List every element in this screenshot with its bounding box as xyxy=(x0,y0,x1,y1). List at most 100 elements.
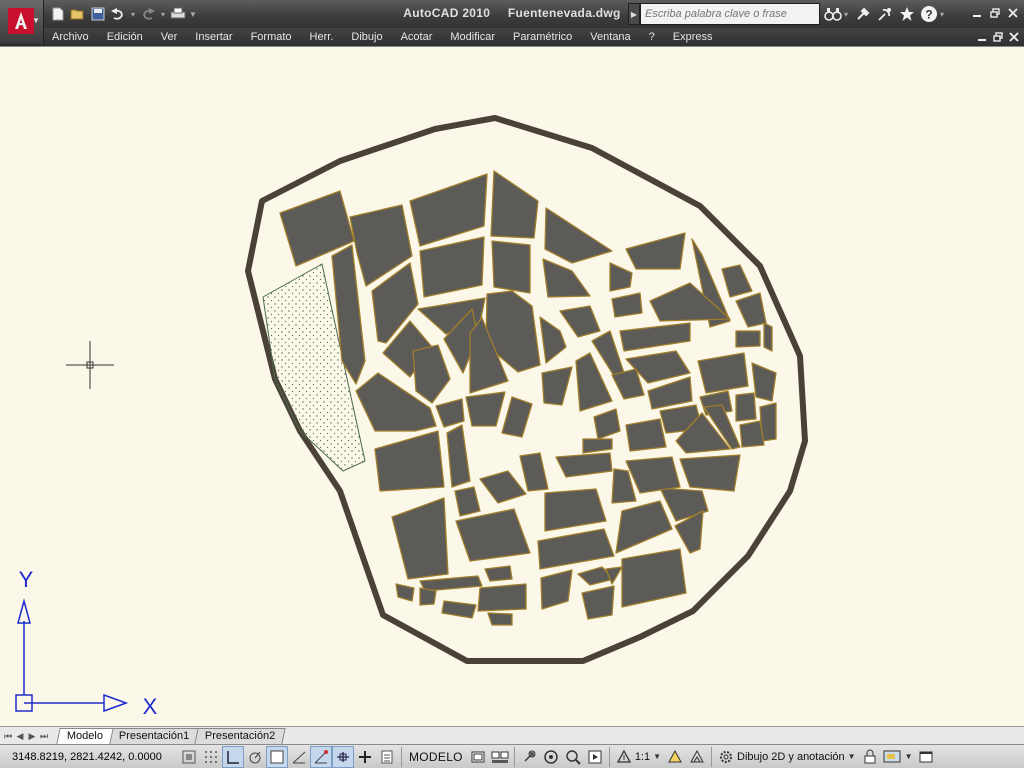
first-tab-icon[interactable]: ⏮ xyxy=(2,728,14,744)
showmotion-icon[interactable] xyxy=(584,746,606,768)
tab-presentacion1[interactable]: Presentación1 xyxy=(108,728,201,744)
tab-label: Modelo xyxy=(66,730,103,742)
doc-minimize-icon[interactable] xyxy=(974,29,990,45)
zoom-icon[interactable] xyxy=(562,746,584,768)
plot-icon[interactable] xyxy=(168,4,188,24)
ucs-icon xyxy=(15,598,129,713)
search-expand-icon[interactable]: ▶ xyxy=(628,3,640,25)
drawing-canvas[interactable]: Y X xyxy=(0,46,1024,726)
otrack-icon[interactable] xyxy=(310,745,332,768)
last-tab-icon[interactable]: ⏭ xyxy=(38,728,50,744)
city-block xyxy=(751,362,777,402)
help-dropdown-icon[interactable]: ▾ xyxy=(940,10,950,19)
file-name: Fuentenevada.dwg xyxy=(507,6,621,20)
polar-icon[interactable] xyxy=(266,745,288,768)
status-separator xyxy=(401,746,402,767)
menu-herramientas[interactable]: Herr. xyxy=(301,28,343,46)
subscription-icon[interactable] xyxy=(852,3,874,25)
tab-modelo[interactable]: Modelo xyxy=(56,728,114,744)
dyn-icon[interactable] xyxy=(354,746,376,768)
tab-presentacion2[interactable]: Presentación2 xyxy=(194,728,287,744)
infocenter-search: ▶ xyxy=(628,3,823,25)
ducs-icon[interactable] xyxy=(332,745,354,768)
search-dropdown-icon[interactable]: ▾ xyxy=(844,10,852,19)
new-icon[interactable] xyxy=(48,4,68,24)
auto-scale-icon[interactable] xyxy=(686,746,708,768)
menu-acotar[interactable]: Acotar xyxy=(392,28,442,46)
communication-icon[interactable] xyxy=(874,3,896,25)
snap-icon[interactable] xyxy=(200,746,222,768)
undo-icon[interactable] xyxy=(108,4,128,24)
menu-archivo[interactable]: Archivo xyxy=(44,28,98,46)
status-bar: 3148.8219, 2821.4242, 0.0000 MODELO 1:1 … xyxy=(0,744,1024,768)
city-block xyxy=(619,322,691,352)
next-tab-icon[interactable]: ▶ xyxy=(26,728,38,744)
application-menu-button[interactable]: ▼ xyxy=(0,0,44,44)
city-block xyxy=(539,316,567,364)
ortho-icon[interactable] xyxy=(244,746,266,768)
app-name: AutoCAD 2010 xyxy=(403,6,491,20)
workspace-gear-icon[interactable] xyxy=(715,746,737,768)
open-icon[interactable] xyxy=(68,4,88,24)
city-block xyxy=(435,398,465,428)
menu-ventana[interactable]: Ventana xyxy=(581,28,639,46)
city-block xyxy=(582,438,613,454)
restore-icon[interactable] xyxy=(986,5,1004,21)
pan-icon[interactable] xyxy=(518,746,540,768)
infer-constraints-icon[interactable] xyxy=(178,746,200,768)
grid-icon[interactable] xyxy=(222,745,244,768)
menu-formato[interactable]: Formato xyxy=(242,28,301,46)
menu-parametrico[interactable]: Paramétrico xyxy=(504,28,581,46)
city-block xyxy=(391,497,449,580)
menu-modificar[interactable]: Modificar xyxy=(441,28,504,46)
favorites-icon[interactable] xyxy=(896,3,918,25)
menu-insertar[interactable]: Insertar xyxy=(186,28,241,46)
status-separator xyxy=(608,746,610,767)
hardware-acceleration-icon[interactable] xyxy=(881,746,903,768)
binoculars-icon[interactable] xyxy=(822,3,844,25)
quick-view-layouts-icon[interactable] xyxy=(467,746,489,768)
lock-icon[interactable] xyxy=(859,746,881,768)
doc-restore-icon[interactable] xyxy=(990,29,1006,45)
city-block xyxy=(419,236,485,298)
status-tray-dropdown-icon[interactable]: ▼ xyxy=(903,752,915,761)
osnap-icon[interactable] xyxy=(288,746,310,768)
city-block xyxy=(540,569,573,610)
annotation-scale-value[interactable]: 1:1 xyxy=(635,751,650,763)
steering-wheel-icon[interactable] xyxy=(540,746,562,768)
minimize-icon[interactable] xyxy=(968,5,986,21)
city-block xyxy=(541,366,573,406)
workspace-name[interactable]: Dibujo 2D y anotación xyxy=(737,751,845,763)
menu-ayuda[interactable]: ? xyxy=(640,28,664,46)
search-input[interactable] xyxy=(640,3,820,25)
city-block xyxy=(625,232,686,270)
menu-dibujo[interactable]: Dibujo xyxy=(342,28,391,46)
status-separator xyxy=(711,746,713,767)
menu-express[interactable]: Express xyxy=(664,28,722,46)
quick-view-drawings-icon[interactable] xyxy=(489,746,511,768)
close-icon[interactable] xyxy=(1004,5,1022,21)
city-block xyxy=(487,612,513,626)
undo-dropdown-icon[interactable]: ▾ xyxy=(128,4,138,24)
menu-edicion[interactable]: Edición xyxy=(98,28,152,46)
doc-close-icon[interactable] xyxy=(1006,29,1022,45)
qat-dropdown-icon[interactable]: ▼ xyxy=(188,4,198,24)
city-block xyxy=(490,170,539,239)
annotation-scale-icon[interactable] xyxy=(613,746,635,768)
menu-ver[interactable]: Ver xyxy=(152,28,187,46)
redo-dropdown-icon[interactable]: ▾ xyxy=(158,4,168,24)
city-block xyxy=(621,548,687,608)
model-space-toggle[interactable]: MODELO xyxy=(405,750,467,764)
save-icon[interactable] xyxy=(88,4,108,24)
lineweight-icon[interactable] xyxy=(376,746,398,768)
redo-icon[interactable] xyxy=(138,4,158,24)
clean-screen-icon[interactable] xyxy=(915,746,937,768)
workspace-dropdown-icon[interactable]: ▼ xyxy=(845,752,859,761)
prev-tab-icon[interactable]: ◀ xyxy=(14,728,26,744)
city-block xyxy=(454,486,481,517)
help-icon[interactable]: ? xyxy=(918,3,940,25)
city-block xyxy=(537,528,615,570)
annotation-scale-dropdown-icon[interactable]: ▼ xyxy=(650,752,664,761)
coordinates-readout[interactable]: 3148.8219, 2821.4242, 0.0000 xyxy=(0,751,178,763)
annotation-visibility-icon[interactable] xyxy=(664,746,686,768)
